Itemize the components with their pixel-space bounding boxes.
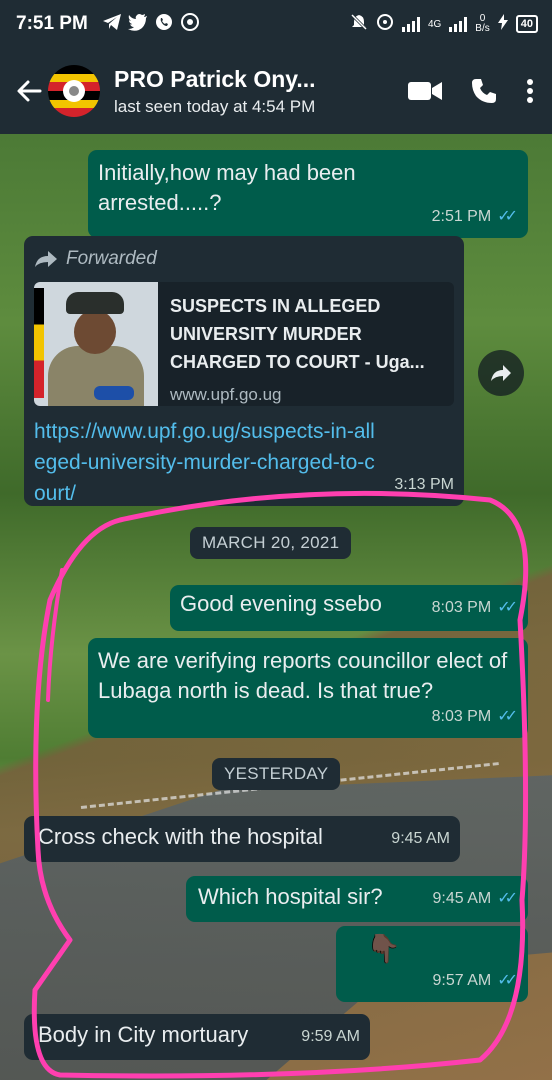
- twitter-icon: [127, 13, 148, 36]
- net-speed: 0 B/s: [475, 14, 489, 34]
- contact-info[interactable]: PRO Patrick Ony... last seen today at 4:…: [114, 66, 408, 117]
- signal-icon-2: [449, 16, 468, 32]
- message-bubble-outgoing[interactable]: We are verifying reports councillor elec…: [88, 638, 528, 738]
- read-ticks-icon: ✓✓: [497, 708, 518, 725]
- message-emoji: 👇🏿: [366, 933, 401, 964]
- telegram-icon: [102, 13, 122, 36]
- header-actions: [408, 77, 534, 105]
- message-time: 9:59 AM: [301, 1028, 360, 1045]
- message-link[interactable]: https://www.upf.go.ug/suspects-in-allege…: [34, 416, 384, 509]
- message-meta: 2:51 PM ✓✓: [432, 202, 518, 232]
- notification-icons: [102, 12, 200, 37]
- network-type: 4G: [427, 18, 442, 30]
- avatar[interactable]: [48, 65, 100, 117]
- message-meta: 3:13 PM: [394, 470, 454, 500]
- message-bubble-outgoing[interactable]: Initially,how may had been arrested.....…: [88, 150, 528, 238]
- message-bubble-incoming[interactable]: Body in City mortuary 9:59 AM: [24, 1014, 370, 1060]
- status-bar: 7:51 PM 4G 0 B/s 40: [0, 0, 552, 48]
- forward-arrow-icon: [35, 251, 57, 267]
- message-text: We are verifying reports councillor elec…: [98, 648, 508, 703]
- message-time: 3:13 PM: [394, 476, 454, 493]
- message-meta: 9:45 AM ✓✓: [432, 884, 518, 914]
- forwarded-text: Forwarded: [66, 248, 157, 269]
- contact-name: PRO Patrick Ony...: [114, 65, 316, 92]
- read-ticks-icon: ✓✓: [497, 208, 518, 225]
- message-bubble-forwarded-link[interactable]: Forwarded SUSPECTS IN ALLEGED UNIVERSITY…: [24, 236, 464, 506]
- read-ticks-icon: ✓✓: [497, 599, 518, 616]
- forwarded-label: Forwarded: [34, 244, 454, 274]
- net-speed-unit: B/s: [475, 23, 490, 34]
- message-meta: 9:57 AM ✓✓: [432, 966, 518, 996]
- system-icons: 4G 0 B/s 40: [350, 13, 538, 35]
- message-time: 9:45 AM: [432, 890, 492, 907]
- charging-icon: [497, 14, 508, 34]
- read-ticks-icon: ✓✓: [497, 890, 518, 907]
- whatsapp-icon: [154, 12, 174, 37]
- mute-icon: [350, 13, 368, 35]
- date-divider: YESTERDAY: [212, 758, 341, 790]
- message-time: 2:51 PM: [431, 208, 492, 225]
- message-time: 9:45 AM: [391, 830, 450, 847]
- chat-header: PRO Patrick Ony... last seen today at 4:…: [0, 48, 552, 134]
- read-ticks-icon: ✓✓: [497, 972, 518, 989]
- message-meta: 9:59 AM: [301, 1022, 360, 1052]
- phone-icon[interactable]: [470, 77, 498, 105]
- wifi-calling-icon: [376, 13, 394, 35]
- last-seen: last seen today at 4:54 PM: [114, 96, 316, 116]
- share-icon: [491, 365, 511, 381]
- chat-area[interactable]: Initially,how may had been arrested.....…: [0, 134, 552, 1080]
- message-bubble-outgoing[interactable]: 👇🏿 9:57 AM ✓✓: [336, 926, 528, 1002]
- message-time: 8:03 PM: [431, 599, 492, 616]
- share-button[interactable]: [478, 350, 524, 396]
- video-call-icon[interactable]: [408, 80, 442, 102]
- message-bubble-incoming[interactable]: Cross check with the hospital 9:45 AM: [24, 816, 460, 862]
- link-preview-thumbnail: [34, 282, 158, 406]
- link-preview-title: SUSPECTS IN ALLEGED UNIVERSITY MURDER CH…: [170, 296, 425, 372]
- message-time: 9:57 AM: [432, 972, 492, 989]
- crane-emblem-icon: [63, 80, 85, 102]
- hotspot-icon: [180, 12, 200, 37]
- link-preview-card[interactable]: SUSPECTS IN ALLEGED UNIVERSITY MURDER CH…: [34, 282, 454, 406]
- message-text: Initially,how may had been arrested.....…: [98, 160, 356, 215]
- message-text: Cross check with the hospital: [38, 824, 323, 849]
- status-time: 7:51 PM: [16, 13, 88, 34]
- date-divider: MARCH 20, 2021: [190, 527, 352, 559]
- message-bubble-outgoing[interactable]: Which hospital sir? 9:45 AM ✓✓: [186, 876, 528, 922]
- message-time: 8:03 PM: [431, 708, 492, 725]
- more-vert-icon[interactable]: [526, 78, 534, 104]
- message-meta: 8:03 PM ✓✓: [432, 593, 518, 623]
- link-preview-domain: www.upf.go.ug: [170, 385, 282, 404]
- message-meta: 9:45 AM: [391, 824, 450, 854]
- back-arrow-icon[interactable]: [12, 74, 46, 108]
- signal-icon: [401, 16, 420, 32]
- battery-level: 40: [515, 15, 538, 33]
- message-bubble-outgoing[interactable]: Good evening ssebo 8:03 PM ✓✓: [170, 585, 528, 631]
- message-meta: 8:03 PM ✓✓: [432, 702, 518, 732]
